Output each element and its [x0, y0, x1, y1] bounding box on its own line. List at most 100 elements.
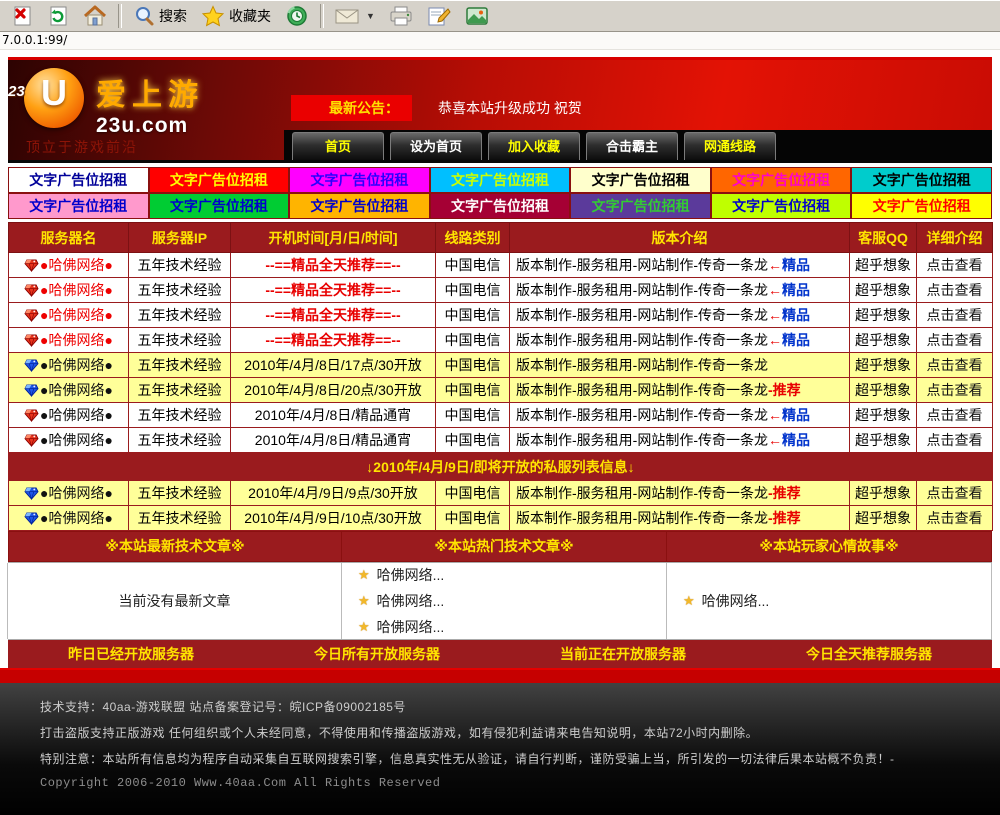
site-logo[interactable]: 23 U 爱上游 23u.com	[24, 68, 204, 138]
server-name: ●哈佛网络●	[40, 510, 113, 526]
version-cell: 版本制作-服务租用-网站制作-传奇一条龙←精品	[510, 428, 850, 453]
footer-notice-line: 特别注意：本站所有信息均为程序自动采集自互联网搜索引擎，信息真实性无从验证，请自…	[40, 750, 990, 767]
open-time-cell: --==精品全天推荐==--	[231, 253, 436, 278]
server-row: ●哈佛网络●五年技术经验2010年/4月/8日/精品通宵中国电信版本制作-服务租…	[9, 403, 993, 428]
server-name-cell[interactable]: ●哈佛网络●	[9, 353, 129, 378]
text-ad-link[interactable]: 文字广告位招租	[711, 193, 852, 219]
text-ad-link[interactable]: 文字广告位招租	[149, 167, 290, 193]
address-bar[interactable]: 7.0.0.1:99/	[0, 32, 1000, 50]
search-button[interactable]: 搜索	[126, 4, 194, 28]
detail-link[interactable]: 点击查看	[927, 307, 983, 323]
article-title: 哈佛网络...	[377, 617, 445, 637]
server-name-cell[interactable]: ●哈佛网络●	[9, 403, 129, 428]
text-ad-link[interactable]: 文字广告位招租	[851, 167, 992, 193]
text-ad-link[interactable]: 文字广告位招租	[851, 193, 992, 219]
version-arrow: ←	[768, 432, 782, 448]
detail-link[interactable]: 点击查看	[927, 407, 983, 423]
server-name-cell[interactable]: ●哈佛网络●	[9, 253, 129, 278]
bottom-nav-link[interactable]: 今日全天推荐服务器	[746, 644, 992, 664]
text-ad-link[interactable]: 文字广告位招租	[8, 193, 149, 219]
server-ip-cell: 五年技术经验	[129, 403, 231, 428]
version-cell: 版本制作-服务租用-网站制作-传奇一条龙←精品	[510, 403, 850, 428]
detail-link[interactable]: 点击查看	[927, 357, 983, 373]
article-link[interactable]: ★哈佛网络...	[342, 588, 666, 614]
server-row: ●哈佛网络●五年技术经验2010年/4月/8日/17点/30开放中国电信版本制作…	[9, 353, 993, 378]
nav-button-加入收藏[interactable]: 加入收藏	[488, 132, 580, 160]
column-header: 服务器IP	[129, 223, 231, 253]
footer-copyright: Copyright 2006-2010 Www.40aa.Com All Rig…	[40, 776, 990, 790]
upcoming-separator-text: ↓2010年/4月/9日/即将开放的私服列表信息↓	[9, 453, 993, 481]
nav-button-设为首页[interactable]: 设为首页	[390, 132, 482, 160]
service-qq-cell: 超乎想象	[850, 278, 917, 303]
bottom-nav-link[interactable]: 昨日已经开放服务器	[8, 644, 254, 664]
detail-link[interactable]: 点击查看	[927, 510, 983, 526]
server-name-cell[interactable]: ●哈佛网络●	[9, 506, 129, 531]
service-qq-cell: 超乎想象	[850, 506, 917, 531]
nav-button-合击霸主[interactable]: 合击霸主	[586, 132, 678, 160]
service-qq-cell: 超乎想象	[850, 353, 917, 378]
media-button[interactable]	[458, 4, 496, 28]
line-type-cell: 中国电信	[436, 303, 510, 328]
text-ad-link[interactable]: 文字广告位招租	[289, 167, 430, 193]
text-ad-link[interactable]: 文字广告位招租	[430, 167, 571, 193]
text-ad-link[interactable]: 文字广告位招租	[430, 193, 571, 219]
article-title: 哈佛网络...	[702, 591, 770, 611]
article-section-title: ※本站热门技术文章※	[342, 531, 667, 562]
detail-link[interactable]: 点击查看	[927, 257, 983, 273]
print-button[interactable]	[382, 4, 420, 28]
edit-button[interactable]	[420, 4, 458, 28]
nav-button-网通线路[interactable]: 网通线路	[684, 132, 776, 160]
detail-link[interactable]: 点击查看	[927, 282, 983, 298]
version-cell: 版本制作-服务租用-网站制作-传奇一条龙←精品	[510, 303, 850, 328]
column-header: 详细介绍	[917, 223, 993, 253]
site-slogan: 顶立于游戏前沿	[26, 137, 138, 157]
server-name-cell[interactable]: ●哈佛网络●	[9, 378, 129, 403]
article-list: 当前没有最新文章	[7, 563, 342, 639]
history-button[interactable]	[278, 3, 316, 29]
detail-link[interactable]: 点击查看	[927, 485, 983, 501]
text-ad-link[interactable]: 文字广告位招租	[8, 167, 149, 193]
server-name-cell[interactable]: ●哈佛网络●	[9, 278, 129, 303]
text-ad-link[interactable]: 文字广告位招租	[149, 193, 290, 219]
detail-cell: 点击查看	[917, 303, 993, 328]
text-ad-link[interactable]: 文字广告位招租	[711, 167, 852, 193]
article-link[interactable]: ★哈佛网络...	[342, 614, 666, 640]
mail-dropdown-arrow[interactable]: ▼	[366, 11, 375, 21]
logo-letter: U	[24, 72, 84, 114]
red-gem-icon	[24, 407, 40, 423]
server-name-cell[interactable]: ●哈佛网络●	[9, 428, 129, 453]
text-ad-link[interactable]: 文字广告位招租	[289, 193, 430, 219]
refresh-icon	[47, 5, 69, 27]
line-type-cell: 中国电信	[436, 328, 510, 353]
server-row: ●哈佛网络●五年技术经验--==精品全天推荐==--中国电信版本制作-服务租用-…	[9, 253, 993, 278]
server-name-cell[interactable]: ●哈佛网络●	[9, 328, 129, 353]
article-link[interactable]: ★哈佛网络...	[667, 588, 991, 614]
service-qq-cell: 超乎想象	[850, 481, 917, 506]
text-ad-link[interactable]: 文字广告位招租	[570, 167, 711, 193]
detail-link[interactable]: 点击查看	[927, 432, 983, 448]
blue-gem-icon	[24, 382, 40, 398]
footer-piracy-line: 打击盗版支持正版游戏 任何组织或个人未经同意，不得使用和传播盗版游戏，如有侵犯利…	[40, 724, 990, 741]
ad-row: 文字广告位招租文字广告位招租文字广告位招租文字广告位招租文字广告位招租文字广告位…	[8, 193, 992, 219]
stop-button[interactable]	[4, 4, 40, 28]
detail-link[interactable]: 点击查看	[927, 332, 983, 348]
bottom-nav-link[interactable]: 当前正在开放服务器	[500, 644, 746, 664]
text-ad-link[interactable]: 文字广告位招租	[570, 193, 711, 219]
server-name-cell[interactable]: ●哈佛网络●	[9, 303, 129, 328]
version-text: 版本制作-服务租用-网站制作-传奇一条龙	[516, 432, 768, 448]
nav-button-首页[interactable]: 首页	[292, 132, 384, 160]
bottom-nav-link[interactable]: 今日所有开放服务器	[254, 644, 500, 664]
article-section-headers: ※本站最新技术文章※※本站热门技术文章※※本站玩家心情故事※	[8, 531, 992, 563]
detail-link[interactable]: 点击查看	[927, 382, 983, 398]
mail-button[interactable]: ▼	[328, 5, 382, 27]
server-name-cell[interactable]: ●哈佛网络●	[9, 481, 129, 506]
detail-cell: 点击查看	[917, 353, 993, 378]
version-text: 版本制作-服务租用-网站制作-传奇一条龙	[516, 510, 768, 526]
column-header: 线路类别	[436, 223, 510, 253]
refresh-button[interactable]	[40, 4, 76, 28]
red-gem-icon	[24, 332, 40, 348]
print-icon	[389, 5, 413, 27]
favorites-button[interactable]: 收藏夹	[194, 4, 278, 28]
article-link[interactable]: ★哈佛网络...	[342, 562, 666, 588]
home-button[interactable]	[76, 4, 114, 28]
